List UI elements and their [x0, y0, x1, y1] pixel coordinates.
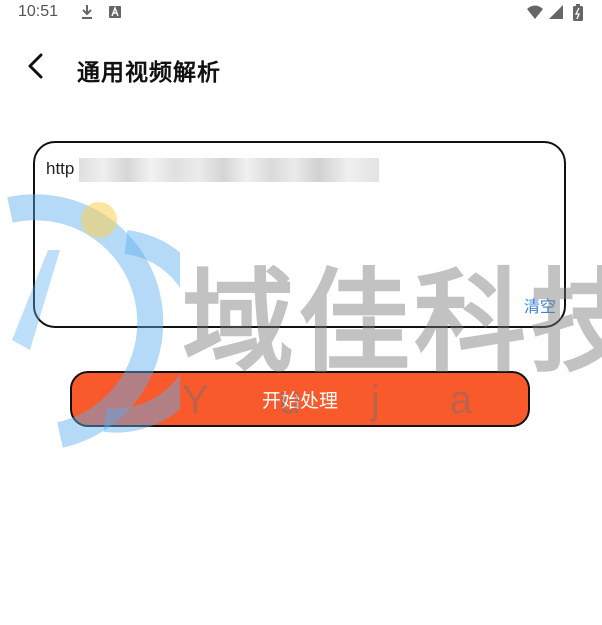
url-input[interactable]: http 清空 — [33, 141, 566, 328]
chevron-left-icon — [26, 53, 46, 83]
header: 通用视频解析 — [0, 40, 602, 96]
battery-icon — [573, 4, 583, 25]
start-processing-button[interactable]: 开始处理 — [70, 371, 530, 427]
app-badge-icon — [108, 4, 122, 24]
clear-button[interactable]: 清空 — [524, 293, 556, 317]
wifi-icon — [526, 4, 544, 24]
page-title: 通用视频解析 — [77, 60, 221, 86]
download-icon — [80, 4, 94, 24]
url-input-value: http — [46, 159, 75, 178]
status-bar: 10:51 — [0, 0, 602, 26]
redacted-url-blur — [79, 158, 379, 182]
back-button[interactable] — [18, 50, 54, 86]
signal-icon — [548, 4, 564, 24]
status-time: 10:51 — [18, 3, 59, 20]
